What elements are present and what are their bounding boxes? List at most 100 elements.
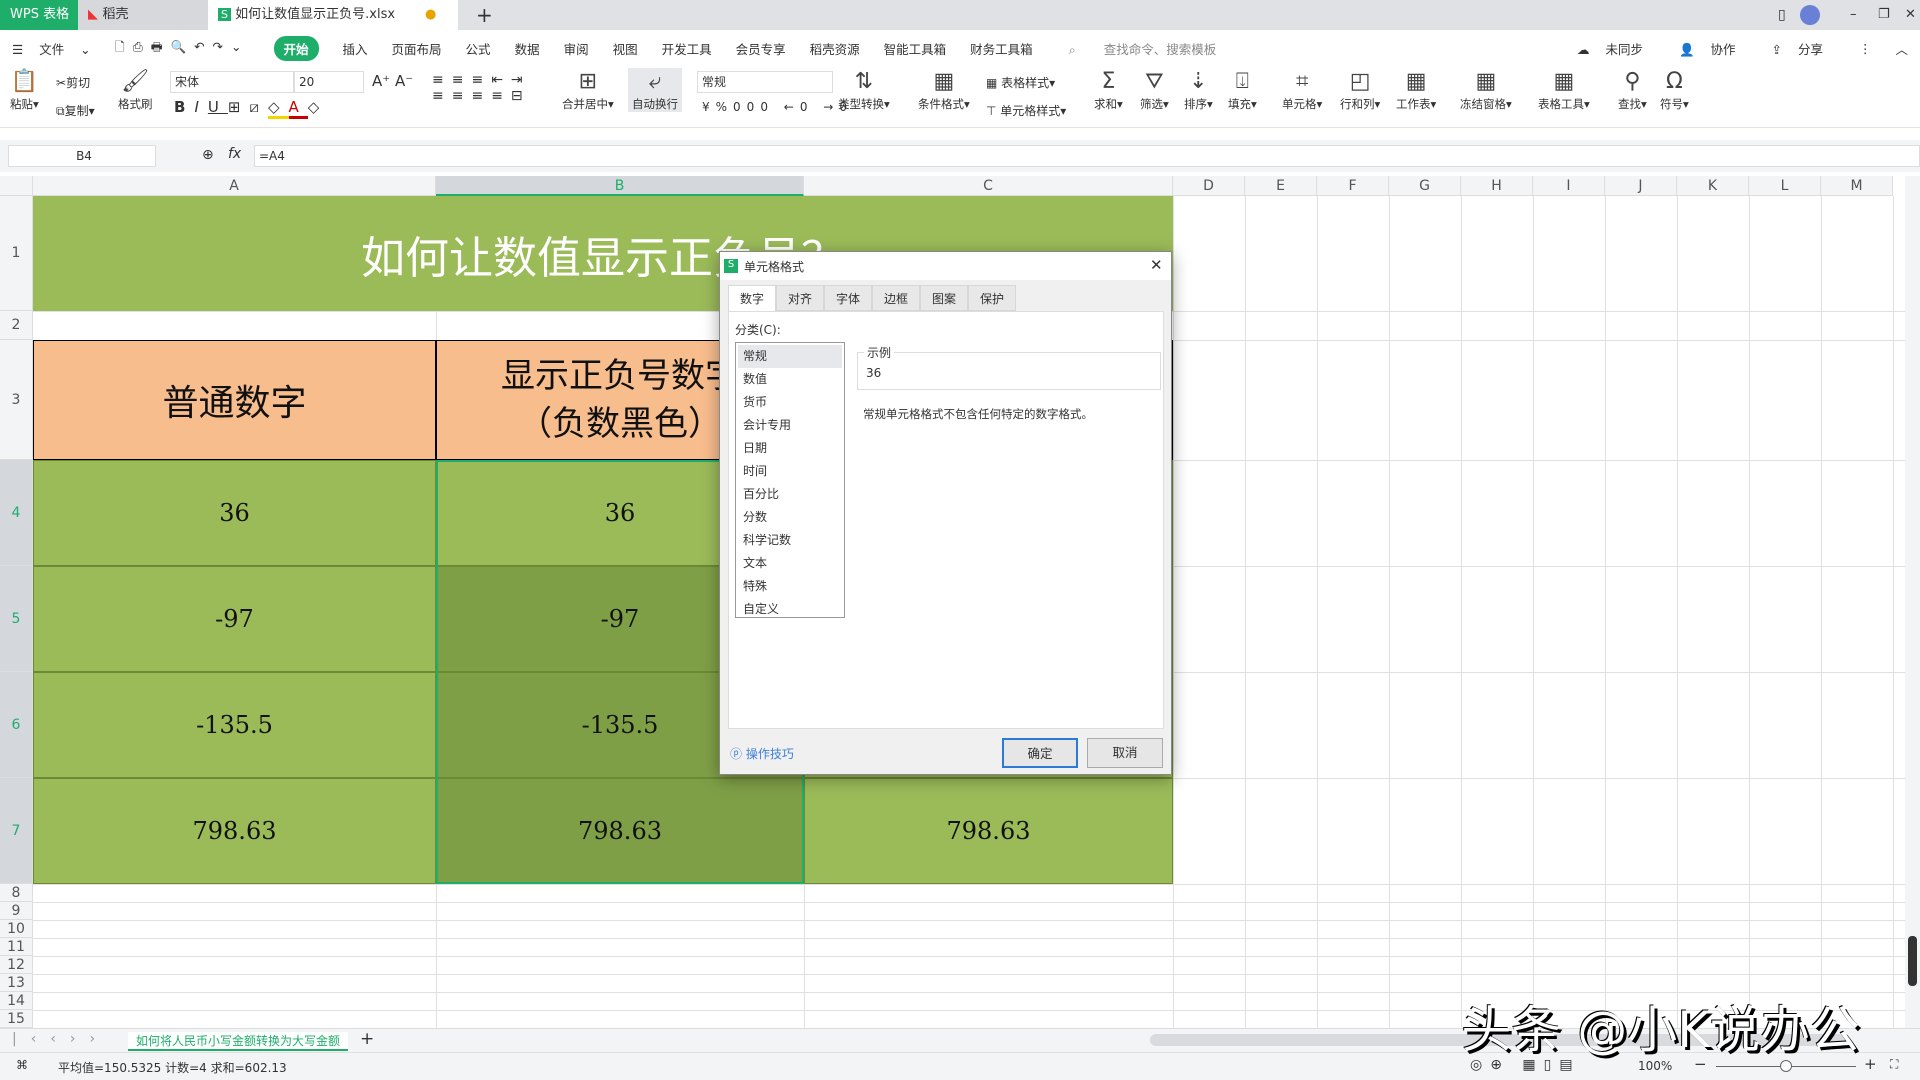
thousands-button[interactable]: 000 <box>733 100 774 114</box>
cell-button[interactable]: ⌗单元格▾ <box>1282 68 1322 112</box>
column-header-E[interactable]: E <box>1245 176 1317 196</box>
row-header-2[interactable]: 2 <box>0 311 33 340</box>
ok-button[interactable]: 确定 <box>1002 738 1078 768</box>
share-button[interactable]: ⇪ 分享 <box>1772 39 1835 58</box>
row-header-11[interactable]: 11 <box>0 938 33 956</box>
zoom-in-button[interactable]: + <box>1864 1055 1877 1073</box>
collapse-ribbon-icon[interactable]: ︿ <box>1895 39 1908 58</box>
category-item[interactable]: 科学记数 <box>738 529 842 552</box>
cell-a3[interactable]: 普通数字 <box>33 340 436 460</box>
row-header-1[interactable]: 1 <box>0 196 33 311</box>
tab-border[interactable]: 边框 <box>872 285 920 311</box>
category-item[interactable]: 会计专用 <box>738 414 842 437</box>
restore-button[interactable]: ❐ <box>1868 0 1890 30</box>
cell-a5[interactable]: -97 <box>33 566 436 672</box>
column-header-H[interactable]: H <box>1461 176 1533 196</box>
font-size-select[interactable]: 20 <box>294 71 364 93</box>
cell-c7[interactable]: 798.63 <box>804 778 1173 884</box>
column-header-D[interactable]: D <box>1173 176 1245 196</box>
tab-pattern[interactable]: 图案 <box>920 285 968 311</box>
row-header-6[interactable]: 6 <box>0 672 33 778</box>
cancel-button[interactable]: 取消 <box>1087 738 1163 768</box>
paste-button[interactable]: 📋粘贴▾ <box>10 68 39 112</box>
collab-button[interactable]: 👤 协作 <box>1679 39 1748 58</box>
column-header-J[interactable]: J <box>1605 176 1677 196</box>
window-layout-icon[interactable]: ▯ <box>1768 0 1786 30</box>
category-item[interactable]: 日期 <box>738 437 842 460</box>
row-header-3[interactable]: 3 <box>0 340 33 460</box>
merge-center-button[interactable]: ⊞合并居中▾ <box>562 68 614 112</box>
cell-a7[interactable]: 798.63 <box>33 778 436 884</box>
category-item[interactable]: 分数 <box>738 506 842 529</box>
currency-button[interactable]: ¥ <box>702 100 716 114</box>
new-tab-button[interactable]: + <box>466 0 493 30</box>
row-header-10[interactable]: 10 <box>0 920 33 938</box>
menu-item-insert[interactable]: 插入 <box>343 39 368 58</box>
category-item[interactable]: 时间 <box>738 460 842 483</box>
category-item[interactable]: 文本 <box>738 552 842 575</box>
filter-button[interactable]: ⛛筛选▾ <box>1140 68 1169 112</box>
column-header-L[interactable]: L <box>1749 176 1821 196</box>
cell-a6[interactable]: -135.5 <box>33 672 436 778</box>
table-tools-button[interactable]: ▦表格工具▾ <box>1538 68 1590 112</box>
category-item[interactable]: 货币 <box>738 391 842 414</box>
row-header-9[interactable]: 9 <box>0 902 33 920</box>
menu-item-finance-tools[interactable]: 财务工具箱 <box>970 39 1033 58</box>
type-convert-button[interactable]: ⇅类型转换▾ <box>838 68 890 112</box>
macro-icon[interactable]: ⌘ <box>16 1058 28 1072</box>
fx-icon[interactable]: fx <box>228 146 241 162</box>
tab-protection[interactable]: 保护 <box>968 285 1016 311</box>
add-sheet-button[interactable]: + <box>360 1029 374 1049</box>
row-header-14[interactable]: 14 <box>0 992 33 1010</box>
row-header-12[interactable]: 12 <box>0 956 33 974</box>
vertical-scrollbar[interactable] <box>1905 176 1920 1028</box>
conditional-format-button[interactable]: ▦条件格式▾ <box>918 68 970 112</box>
close-window-button[interactable]: ✕ <box>1895 0 1916 30</box>
symbol-button[interactable]: Ω符号▾ <box>1660 68 1689 112</box>
font-name-select[interactable]: 宋体 <box>170 71 294 93</box>
tab-daoke[interactable]: ◣ 稻壳 <box>78 0 208 30</box>
command-search[interactable]: ⌕ 查找命令、搜索模板 <box>1057 39 1229 58</box>
cell-style-button[interactable]: ⊤ 单元格样式▾ <box>986 102 1066 119</box>
cell-a4[interactable]: 36 <box>33 460 436 566</box>
number-format-select[interactable]: 常规 <box>697 71 833 93</box>
menu-item-smart-tools[interactable]: 智能工具箱 <box>884 39 947 58</box>
menu-item-member[interactable]: 会员专享 <box>736 39 786 58</box>
tab-alignment[interactable]: 对齐 <box>776 285 824 311</box>
category-item[interactable]: 百分比 <box>738 483 842 506</box>
tips-link[interactable]: ⓟ 操作技巧 <box>730 745 794 762</box>
format-painter-button[interactable]: 🖌格式刷 <box>118 68 153 112</box>
column-header-G[interactable]: G <box>1389 176 1461 196</box>
column-header-B[interactable]: B <box>436 176 804 196</box>
menu-item-daoke-resources[interactable]: 稻壳资源 <box>810 39 860 58</box>
dialog-close-button[interactable]: ✕ <box>1150 256 1163 274</box>
category-item[interactable]: 特殊 <box>738 575 842 598</box>
font-grow-shrink-icons[interactable]: A⁺ A⁻ <box>372 72 413 90</box>
menu-item-review[interactable]: 审阅 <box>564 39 589 58</box>
number-format-buttons[interactable]: ¥%000 ←0 →0 <box>702 100 853 114</box>
row-col-button[interactable]: ◰行和列▾ <box>1340 68 1380 112</box>
tab-font[interactable]: 字体 <box>824 285 872 311</box>
app-tab-wps[interactable]: WPS 表格 <box>0 0 78 30</box>
column-header-C[interactable]: C <box>804 176 1173 196</box>
table-style-button[interactable]: ▦ 表格样式▾ <box>986 74 1055 91</box>
column-header-A[interactable]: A <box>33 176 436 196</box>
name-box[interactable]: B4 <box>8 145 156 167</box>
column-header-F[interactable]: F <box>1317 176 1389 196</box>
row-header-7[interactable]: 7 <box>0 778 33 884</box>
category-item[interactable]: 常规 <box>738 345 842 368</box>
sheet-nav-buttons[interactable]: |‹‹›› | <box>12 1031 146 1047</box>
category-item[interactable]: 数值 <box>738 368 842 391</box>
column-header-M[interactable]: M <box>1821 176 1893 196</box>
percent-button[interactable]: % <box>716 100 733 114</box>
menu-item-home[interactable]: 开始 <box>274 36 319 61</box>
row-header-15[interactable]: 15 <box>0 1010 33 1028</box>
sum-button[interactable]: Σ求和▾ <box>1094 68 1123 112</box>
column-header-K[interactable]: K <box>1677 176 1749 196</box>
font-style-buttons[interactable]: BIU⊞⧄◇A◇ <box>174 98 328 116</box>
menu-item-data[interactable]: 数据 <box>515 39 540 58</box>
row-header-8[interactable]: 8 <box>0 884 33 902</box>
fill-button[interactable]: ⍗填充▾ <box>1228 68 1257 112</box>
menu-item-page-layout[interactable]: 页面布局 <box>392 39 442 58</box>
quick-access-icons[interactable]: 🗋⎙🖶🔍↶↷⌄ <box>115 38 250 59</box>
